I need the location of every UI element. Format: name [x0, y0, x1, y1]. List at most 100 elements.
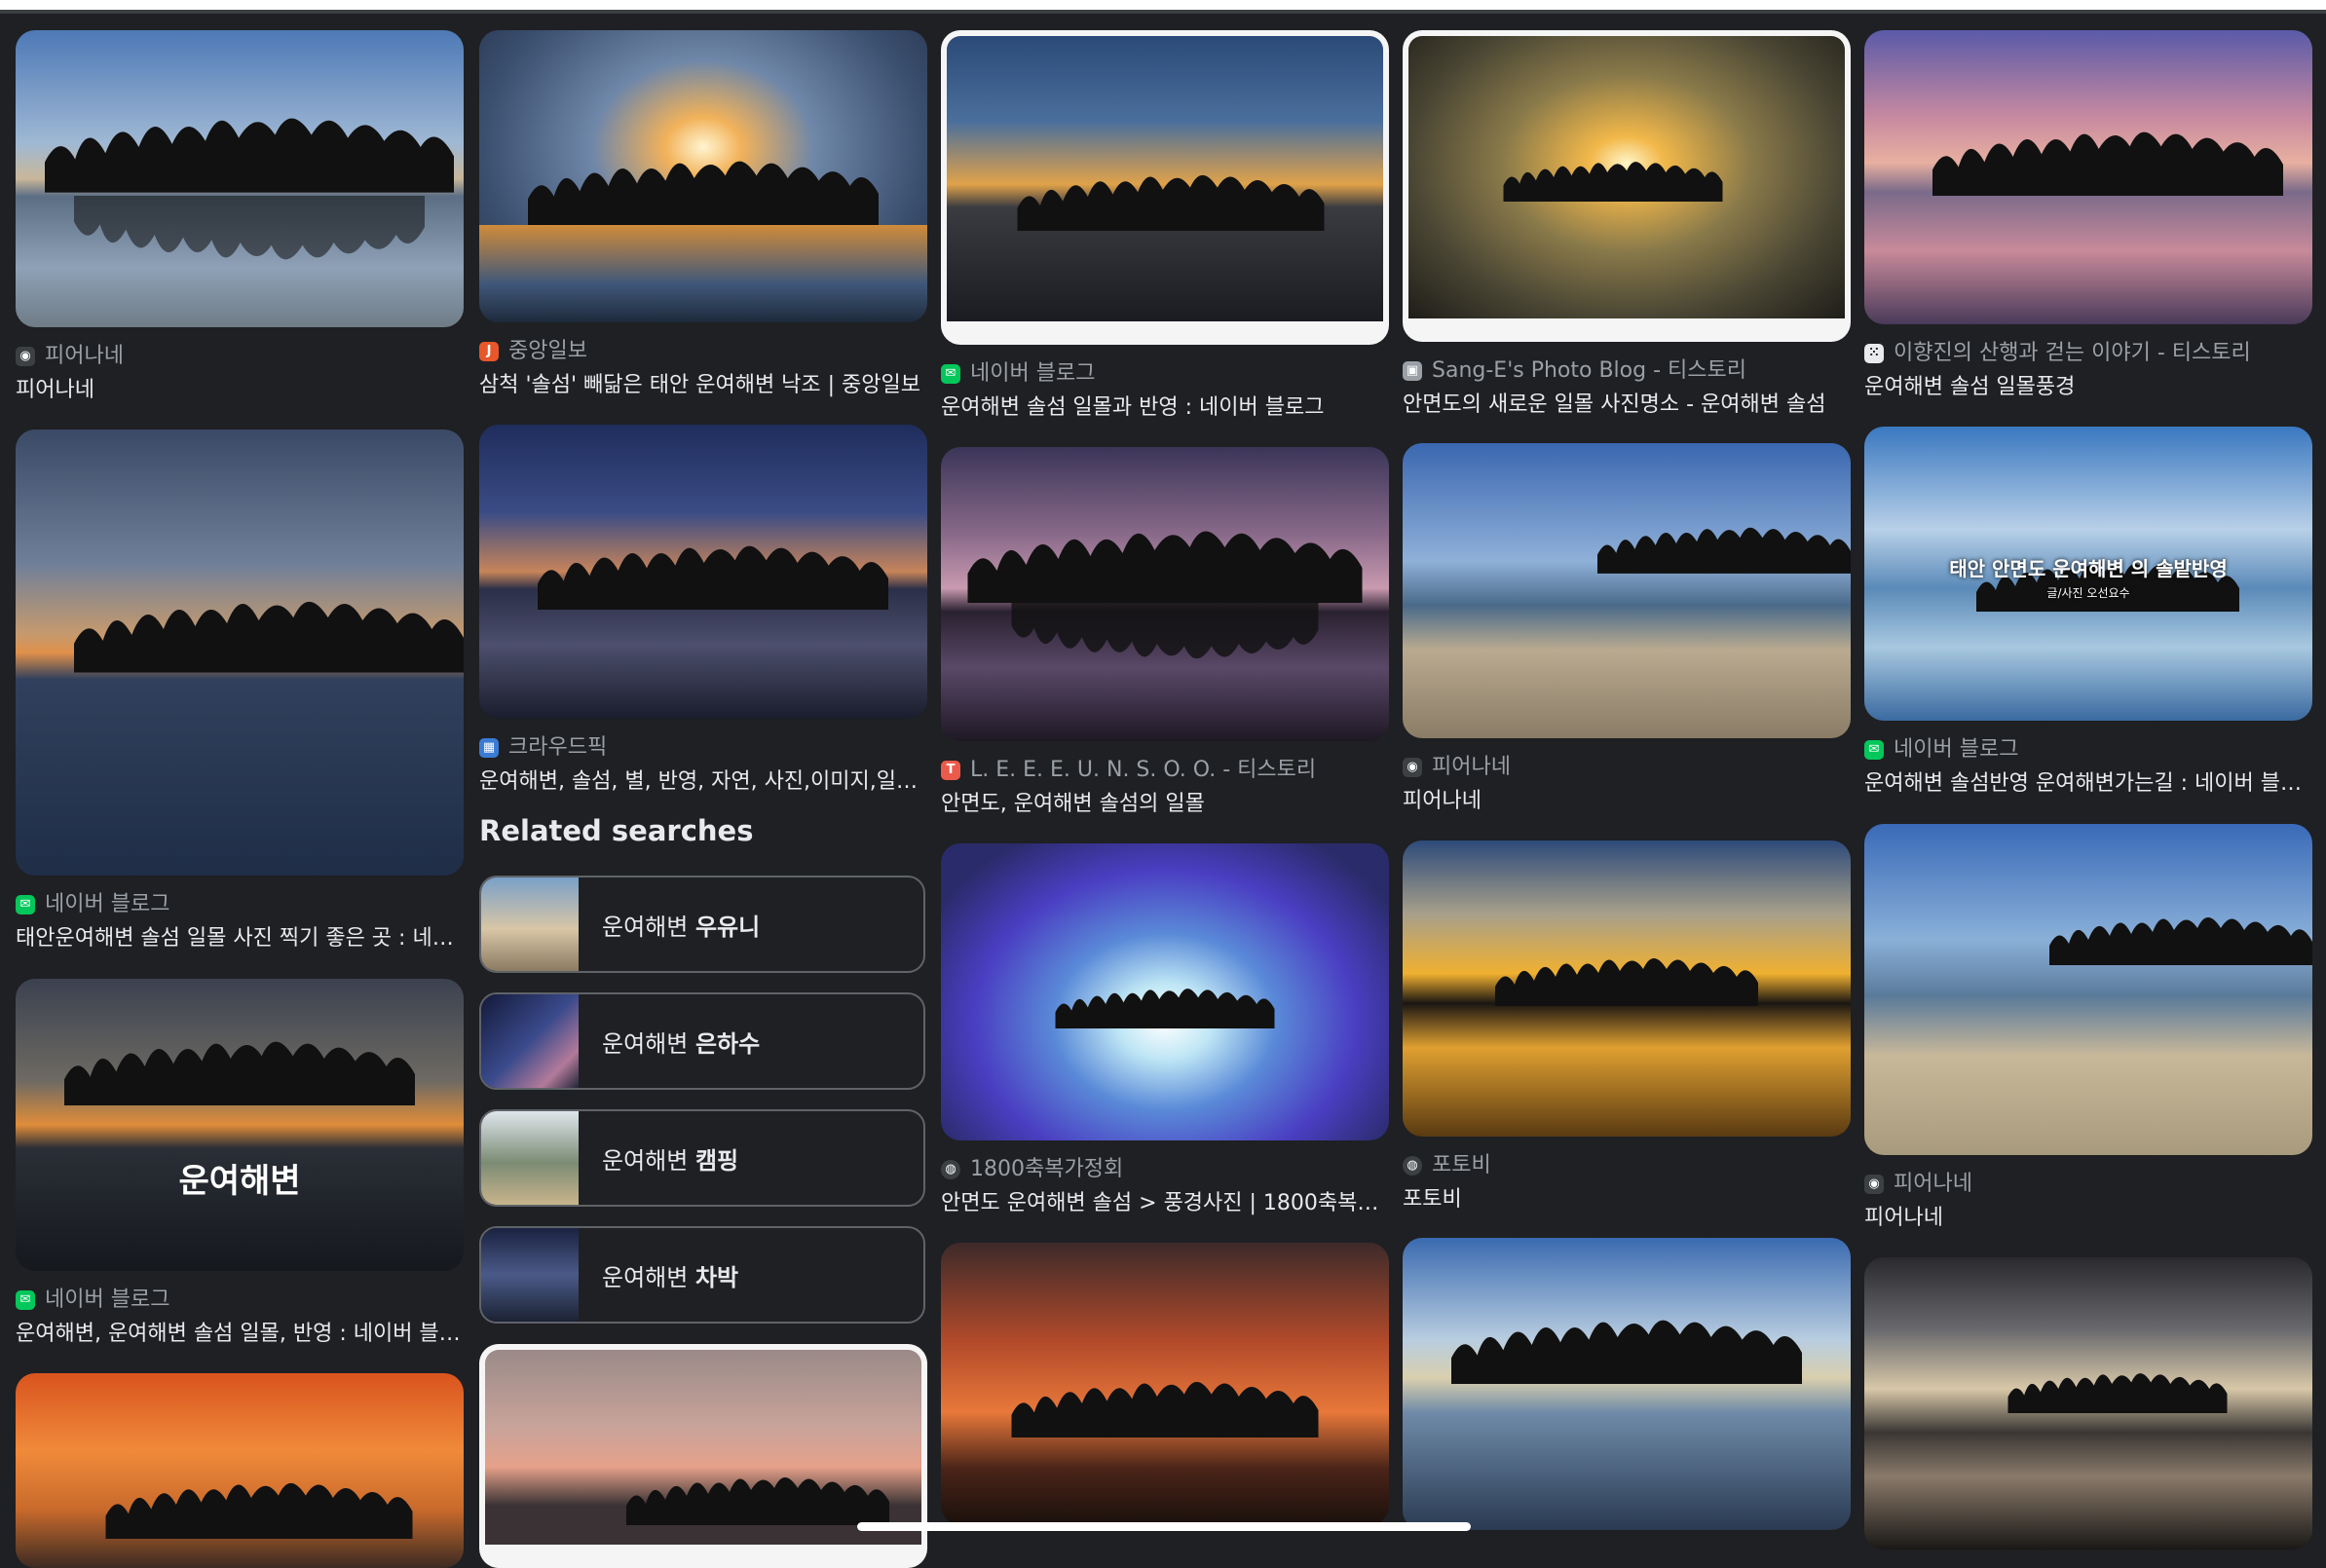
- result-title[interactable]: 태안운여해변 솔섬 일몰 사진 찍기 좋은 곳 : 네이...: [16, 924, 464, 953]
- result-source[interactable]: J 중앙일보: [479, 338, 927, 365]
- image-result-card[interactable]: ◉ 피어나네 피어나네: [1864, 824, 2312, 1233]
- related-search-label: 운여해변 캠핑: [602, 1146, 739, 1175]
- result-thumbnail[interactable]: [16, 429, 464, 876]
- result-source[interactable]: ▣ Sang-E's Photo Blog - 티스토리: [1403, 357, 1851, 385]
- image-result-card[interactable]: ✉ 네이버 블로그 운여해변 솔섬 일몰과 반영 : 네이버 블로그: [941, 30, 1389, 423]
- globe-icon: ◍: [1403, 1156, 1422, 1176]
- result-thumbnail[interactable]: [941, 843, 1389, 1140]
- result-thumbnail[interactable]: 태안 안면도 운여해변 의 솔밭반영 글/사진 오선요수: [1864, 427, 2312, 721]
- image-result-card[interactable]: [479, 1344, 927, 1568]
- result-source[interactable]: ◉ 피어나네: [1864, 1171, 2312, 1198]
- image-result-card[interactable]: ◉ 피어나네 피어나네: [1403, 443, 1851, 816]
- naver-blog-icon: ✉: [941, 364, 960, 384]
- image-result-card[interactable]: ◍ 1800축복가정회 안면도 운여해변 솔섬 > 풍경사진 | 1800축복가.…: [941, 843, 1389, 1218]
- horizontal-scrollbar[interactable]: [857, 1522, 1471, 1531]
- source-name: 네이버 블로그: [45, 892, 170, 916]
- result-thumbnail[interactable]: [941, 1243, 1389, 1525]
- image-result-card[interactable]: ✉ 네이버 블로그 태안운여해변 솔섬 일몰 사진 찍기 좋은 곳 : 네이...: [16, 429, 464, 953]
- result-source[interactable]: ⁙ 이향진의 산행과 걷는 이야기 - 티스토리: [1864, 340, 2312, 367]
- result-source[interactable]: ▦ 크라우드픽: [479, 734, 927, 762]
- camera-icon: ◉: [1403, 758, 1422, 777]
- result-thumbnail[interactable]: [1403, 443, 1851, 738]
- image-result-card[interactable]: ◍ 포토비 포토비: [1403, 840, 1851, 1214]
- source-name: 이향진의 산행과 걷는 이야기 - 티스토리: [1894, 341, 2251, 365]
- tree-reflection-graphic: [1011, 603, 1319, 659]
- result-thumbnail[interactable]: [479, 30, 927, 322]
- pine-trees-graphic: [2049, 917, 2312, 965]
- related-searches-heading: Related searches: [479, 814, 754, 847]
- pine-trees-graphic: [626, 1477, 889, 1525]
- result-title[interactable]: 운여해변 솔섬반영 운여해변가는길 : 네이버 블로...: [1864, 769, 2312, 799]
- result-title[interactable]: 안면도 운여해변 솔섬 > 풍경사진 | 1800축복가...: [941, 1189, 1389, 1218]
- result-title[interactable]: 안면도의 새로운 일몰 사진명소 - 운여해변 솔섬: [1403, 391, 1851, 420]
- related-thumbnail: [481, 877, 579, 971]
- result-title[interactable]: 운여해변, 운여해변 솔섬 일몰, 반영 : 네이버 블로...: [16, 1320, 464, 1349]
- image-result-card[interactable]: ▣ Sang-E's Photo Blog - 티스토리 안면도의 새로운 일몰 …: [1403, 30, 1851, 420]
- result-thumbnail[interactable]: [1864, 824, 2312, 1155]
- related-search-chip[interactable]: 운여해변 차박: [479, 1226, 925, 1324]
- result-thumbnail[interactable]: 운여해변: [16, 979, 464, 1271]
- result-source[interactable]: ✉ 네이버 블로그: [941, 360, 1389, 388]
- result-thumbnail[interactable]: [941, 447, 1389, 741]
- image-result-card[interactable]: 태안 안면도 운여해변 의 솔밭반영 글/사진 오선요수 ✉ 네이버 블로그 운여…: [1864, 427, 2312, 799]
- pine-trees-graphic: [1597, 527, 1851, 574]
- globe-icon: ◍: [941, 1160, 960, 1179]
- result-title[interactable]: 피어나네: [16, 376, 464, 405]
- image-result-card[interactable]: ◉ 피어나네 피어나네: [16, 30, 464, 405]
- image-result-card[interactable]: T L. E. E. E. U. N. S. O. O. - 티스토리 안면도, …: [941, 447, 1389, 819]
- result-source[interactable]: ✉ 네이버 블로그: [16, 1287, 464, 1314]
- result-title[interactable]: 운여해변 솔섬 일몰과 반영 : 네이버 블로그: [941, 393, 1389, 423]
- result-title[interactable]: 피어나네: [1864, 1204, 2312, 1233]
- result-source[interactable]: T L. E. E. E. U. N. S. O. O. - 티스토리: [941, 757, 1389, 784]
- result-title[interactable]: 운여해변 솔섬 일몰풍경: [1864, 373, 2312, 402]
- pine-trees-graphic: [2007, 1373, 2228, 1413]
- overlay-subtext: 글/사진 오선요수: [2046, 586, 2130, 600]
- camera-icon: ◉: [1864, 1175, 1884, 1194]
- related-search-chip[interactable]: 운여해변 우유니: [479, 876, 925, 973]
- image-result-card[interactable]: [1864, 1257, 2312, 1549]
- image-result-card[interactable]: ▦ 크라우드픽 운여해변, 솔섬, 별, 반영, 자연, 사진,이미지,일러...: [479, 425, 927, 797]
- result-title[interactable]: 안면도, 운여해변 솔섬의 일몰: [941, 790, 1389, 819]
- result-thumbnail[interactable]: [16, 1373, 464, 1568]
- related-search-label: 운여해변 은하수: [602, 1029, 761, 1058]
- result-source[interactable]: ✉ 네이버 블로그: [1864, 736, 2312, 764]
- result-thumbnail[interactable]: [1403, 1238, 1851, 1530]
- image-result-card[interactable]: ⁙ 이향진의 산행과 걷는 이야기 - 티스토리 운여해변 솔섬 일몰풍경: [1864, 30, 2312, 402]
- source-name: 피어나네: [1894, 1172, 1972, 1196]
- image-result-card[interactable]: [941, 1243, 1389, 1525]
- source-name: 네이버 블로그: [970, 361, 1096, 386]
- result-thumbnail[interactable]: [941, 30, 1389, 345]
- image-result-card[interactable]: [1403, 1238, 1851, 1530]
- pine-trees-graphic: [1495, 958, 1758, 1006]
- result-title[interactable]: 피어나네: [1403, 787, 1851, 816]
- result-source[interactable]: ◉ 피어나네: [16, 343, 464, 370]
- image-result-card[interactable]: J 중앙일보 삼척 '솔섬' 빼닮은 태안 운여해변 낙조 | 중앙일보: [479, 30, 927, 400]
- source-name: 네이버 블로그: [45, 1288, 170, 1312]
- related-search-chip[interactable]: 운여해변 캠핑: [479, 1109, 925, 1207]
- source-name: 피어나네: [45, 344, 124, 368]
- result-thumbnail[interactable]: [1403, 30, 1851, 342]
- result-thumbnail[interactable]: [1864, 1257, 2312, 1549]
- source-name: 네이버 블로그: [1894, 737, 2019, 762]
- source-name: 1800축복가정회: [970, 1157, 1124, 1181]
- result-source[interactable]: ✉ 네이버 블로그: [16, 891, 464, 918]
- result-thumbnail[interactable]: [479, 1344, 927, 1568]
- result-thumbnail[interactable]: [479, 425, 927, 719]
- related-search-chip[interactable]: 운여해변 은하수: [479, 992, 925, 1090]
- related-thumbnail: [481, 994, 579, 1088]
- result-title[interactable]: 포토비: [1403, 1185, 1851, 1214]
- result-source[interactable]: ◍ 1800축복가정회: [941, 1156, 1389, 1183]
- pine-trees-graphic: [74, 601, 464, 673]
- image-result-card[interactable]: 운여해변 ✉ 네이버 블로그 운여해변, 운여해변 솔섬 일몰, 반영 : 네이버…: [16, 979, 464, 1349]
- result-title[interactable]: 운여해변, 솔섬, 별, 반영, 자연, 사진,이미지,일러...: [479, 767, 927, 797]
- result-thumbnail[interactable]: [1403, 840, 1851, 1137]
- result-thumbnail[interactable]: [16, 30, 464, 327]
- result-source[interactable]: ◉ 피어나네: [1403, 754, 1851, 781]
- result-thumbnail[interactable]: [1864, 30, 2312, 324]
- result-title[interactable]: 삼척 '솔섬' 빼닮은 태안 운여해변 낙조 | 중앙일보: [479, 371, 927, 400]
- top-divider: [0, 10, 2326, 14]
- pine-trees-graphic: [1932, 131, 2283, 196]
- image-result-card[interactable]: [16, 1373, 464, 1568]
- result-source[interactable]: ◍ 포토비: [1403, 1152, 1851, 1179]
- overlay-text: 운여해변: [178, 1162, 301, 1201]
